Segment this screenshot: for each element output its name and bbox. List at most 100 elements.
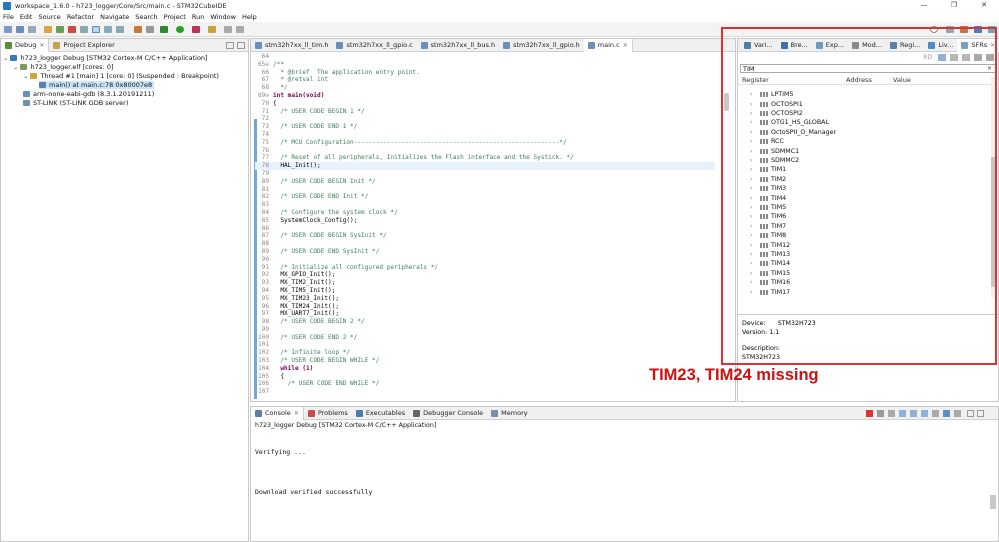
line-number[interactable]: 75 [255, 139, 269, 147]
register-row[interactable]: › TIM1 [738, 165, 999, 174]
line-number[interactable]: 84 [255, 209, 269, 217]
chevron-right-icon[interactable]: › [750, 148, 760, 155]
code-line[interactable]: 88 [255, 240, 715, 248]
code-line[interactable]: 68 */ [255, 84, 715, 92]
line-number[interactable]: 69⊖ [255, 92, 269, 100]
line-number[interactable]: 73 [255, 123, 269, 131]
open-perspective-icon[interactable] [946, 26, 954, 33]
register-row[interactable]: › TIM8 [738, 231, 999, 240]
minimize-icon[interactable] [226, 42, 234, 49]
close-button[interactable]: ✕ [969, 0, 999, 11]
minimize-icon[interactable] [967, 410, 974, 417]
register-row[interactable]: › RCC [738, 137, 999, 146]
code-line[interactable]: 66 * @brief The application entry point. [255, 69, 715, 77]
restart-icon[interactable] [146, 26, 154, 33]
tab-breakpoints[interactable]: Bre... [777, 39, 812, 52]
code-area[interactable]: 64 65⊖/** 66 * @brief The application entr… [255, 53, 715, 396]
code-line[interactable]: 69⊖ int main(void) [255, 92, 715, 100]
chevron-right-icon[interactable]: › [750, 223, 760, 230]
line-number[interactable]: 88 [255, 240, 269, 248]
tab-executables[interactable]: Executables [352, 407, 409, 420]
register-row[interactable]: › OCTOSPI2 [738, 109, 999, 118]
tab-memory[interactable]: Memory [487, 407, 531, 420]
code-line[interactable]: 89 /* USER CODE END SysInit */ [255, 248, 715, 256]
register-scrollbar-thumb[interactable] [991, 157, 997, 287]
code-line[interactable]: 105 { [255, 373, 715, 381]
line-number[interactable]: 97 [255, 310, 269, 318]
code-line[interactable]: 85 SystemClock_Config(); [255, 217, 715, 225]
code-line[interactable]: 102 /* Infinite loop */ [255, 349, 715, 357]
code-line[interactable]: 72 [255, 115, 715, 123]
chevron-right-icon[interactable]: › [750, 279, 760, 286]
code-line[interactable]: 98 /* USER CODE BEGIN 2 */ [255, 318, 715, 326]
line-number[interactable]: 79 [255, 170, 269, 178]
code-line[interactable]: 80 /* USER CODE BEGIN Init */ [255, 178, 715, 186]
line-number[interactable]: 104 [255, 365, 269, 373]
chevron-right-icon[interactable]: › [750, 242, 760, 249]
search-toolbar-icon[interactable] [208, 26, 216, 33]
step-return-icon[interactable] [116, 26, 124, 33]
code-line[interactable]: 92 MX_GPIO_Init(); [255, 271, 715, 279]
code-line[interactable]: 70 { [255, 100, 715, 108]
chevron-right-icon[interactable]: › [750, 195, 760, 202]
column-address[interactable]: Address [846, 76, 872, 84]
tab-editor-3[interactable]: stm32h7xx_ll_bus.h [417, 39, 499, 52]
chevron-right-icon[interactable]: › [750, 289, 760, 296]
clear-console-icon[interactable] [888, 410, 895, 417]
tab-debugger-console[interactable]: Debugger Console [409, 407, 487, 420]
maximize-icon[interactable] [977, 410, 984, 417]
external-tools-icon[interactable] [192, 26, 200, 33]
bin-format-icon[interactable] [962, 54, 970, 61]
chevron-right-icon[interactable]: › [750, 157, 760, 164]
line-number[interactable]: 102 [255, 349, 269, 357]
instruction-step-icon[interactable] [134, 26, 142, 33]
line-number[interactable]: 100 [255, 334, 269, 342]
step-into-icon[interactable] [92, 26, 100, 33]
column-register[interactable]: Register [742, 76, 769, 84]
minimize-button[interactable]: — [909, 0, 939, 11]
line-number[interactable]: 107 [255, 388, 269, 396]
register-row[interactable]: › TIM15 [738, 269, 999, 278]
code-line[interactable]: 104 while (1) [255, 365, 715, 373]
code-line[interactable]: 86 [255, 225, 715, 233]
column-value[interactable]: Value [893, 76, 911, 84]
line-number[interactable]: 106 [255, 380, 269, 388]
chevron-right-icon[interactable]: › [750, 138, 760, 145]
terminate-icon[interactable] [68, 26, 76, 33]
line-number[interactable]: 94 [255, 287, 269, 295]
code-line[interactable]: 82 /* USER CODE END Init */ [255, 193, 715, 201]
forward-icon[interactable] [236, 26, 244, 33]
pin-console-icon[interactable] [932, 410, 939, 417]
menu-project[interactable]: Project [164, 13, 186, 21]
line-number[interactable]: 90 [255, 256, 269, 264]
tab-modules[interactable]: Mod... [848, 39, 886, 52]
terminate-icon[interactable] [866, 410, 873, 417]
new-icon[interactable] [4, 26, 12, 33]
menu-navigate[interactable]: Navigate [100, 13, 129, 21]
line-number[interactable]: 67 [255, 76, 269, 84]
line-number[interactable]: 83 [255, 201, 269, 209]
register-scrollbar[interactable] [991, 77, 997, 297]
line-number[interactable]: 101 [255, 341, 269, 349]
tree-item-elf[interactable]: ⌄ h723_logger.elf [cores: 0] [13, 63, 114, 71]
console-scrollbar-thumb[interactable] [990, 495, 996, 509]
tab-live-expressions[interactable]: Liv... [924, 39, 957, 52]
open-console-icon[interactable] [954, 410, 961, 417]
view-menu-icon[interactable] [986, 54, 994, 61]
register-row[interactable]: › TIM5 [738, 203, 999, 212]
register-row[interactable]: › OTG1_HS_GLOBAL [738, 118, 999, 127]
rd-button[interactable]: RD [923, 54, 932, 61]
code-line[interactable]: 65⊖ /** [255, 61, 715, 69]
close-icon[interactable]: ✕ [39, 42, 44, 49]
chevron-right-icon[interactable]: › [750, 91, 760, 98]
tree-item-thread[interactable]: ⌄ Thread #1 [main] 1 [core: 0] (Suspende… [23, 72, 219, 80]
chevron-right-icon[interactable]: › [750, 119, 760, 126]
code-line[interactable]: 81 [255, 186, 715, 194]
line-number[interactable]: 89 [255, 248, 269, 256]
code-line[interactable]: 107 [255, 388, 715, 396]
code-line[interactable]: 64 [255, 53, 715, 61]
clear-filter-icon[interactable]: ✕ [987, 65, 992, 72]
line-number[interactable]: 85 [255, 217, 269, 225]
chevron-right-icon[interactable]: › [750, 101, 760, 108]
chevron-right-icon[interactable]: › [750, 129, 760, 136]
